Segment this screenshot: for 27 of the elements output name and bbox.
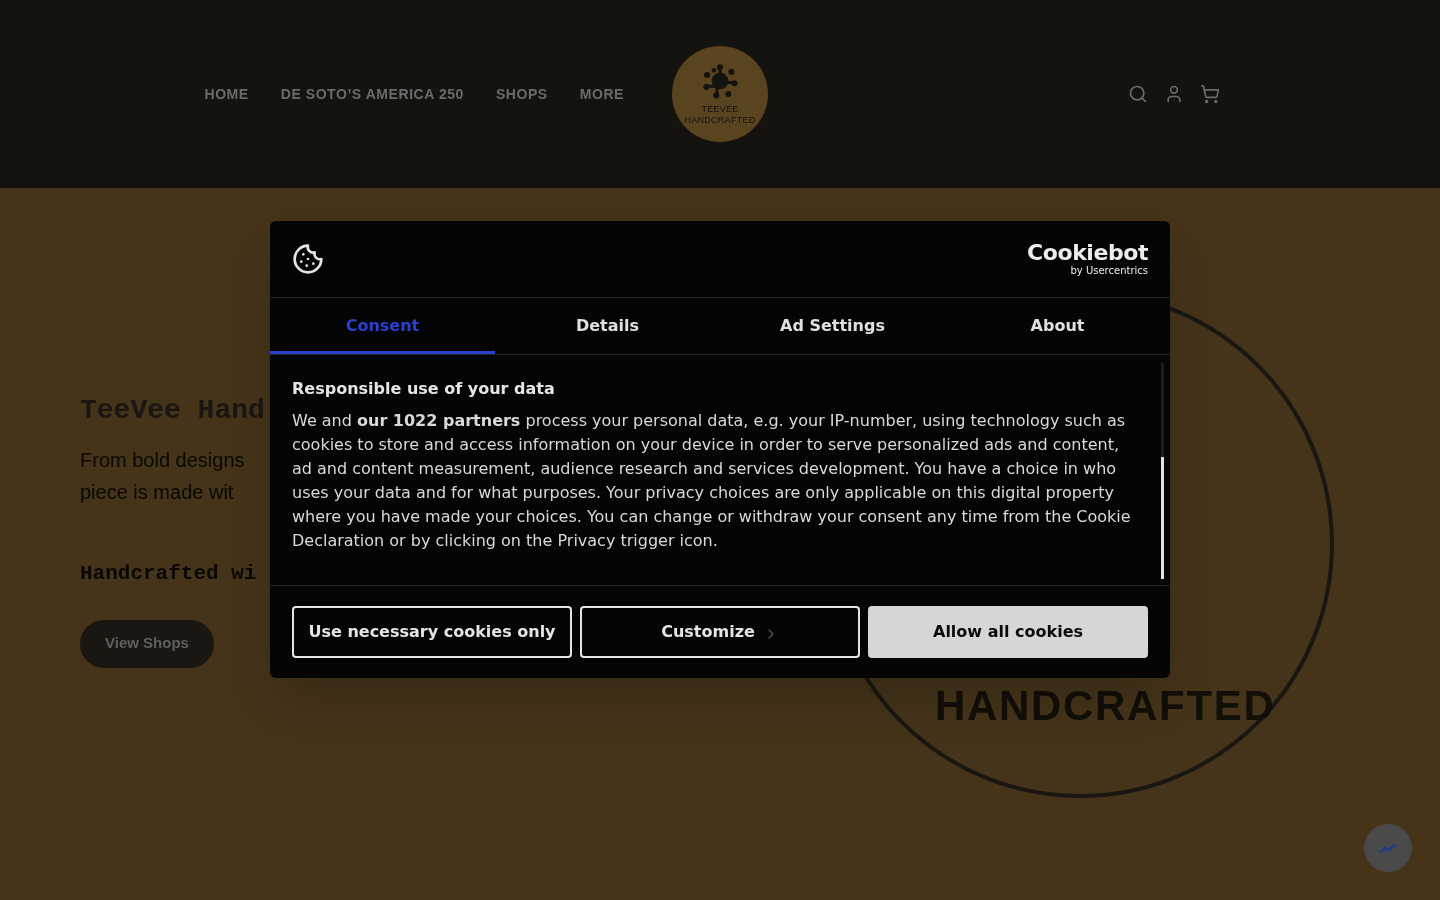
account-icon[interactable]: [1164, 84, 1184, 104]
nav-link[interactable]: HOME: [204, 83, 249, 105]
logo-text: TEEVEE: [701, 104, 739, 115]
hero-tagline: Handcrafted wi: [80, 561, 257, 587]
dialog-body-text: We and our 1022 partners process your personal data, e.g. your IP-number, using technology such as cookies to store and access information on your device in order to serve personalized ads and content, ad and content measurement, audience research and services development. You have a choice in who uses your data and for what purposes. Your privacy choices are only applicable on this digital property where you have made your choices. You can change or withdraw your consent any time from the Cookie Declaration or by clicking on the Privacy trigger icon.: [292, 410, 1132, 552]
dialog-tab[interactable]: Details: [495, 298, 720, 354]
brand-byline: by Usercentrics: [1070, 265, 1148, 277]
dialog-heading: Responsible use of your data: [292, 378, 556, 400]
splat-icon: [701, 62, 739, 100]
nav-link[interactable]: MORE: [579, 83, 624, 105]
brand-name: Cookiebot: [1027, 241, 1148, 265]
hero-subtitle: piece is made wit: [80, 480, 235, 505]
nav-link[interactable]: SHOPS: [495, 83, 548, 105]
nav-link[interactable]: DE SOTO’S AMERICA 250: [280, 83, 464, 105]
dialog-tab[interactable]: About: [945, 298, 1170, 354]
necessary-cookies-button[interactable]: Use necessary cookies only: [292, 606, 572, 658]
dialog-tab[interactable]: Consent: [270, 298, 495, 354]
allow-all-button[interactable]: Allow all cookies: [868, 606, 1148, 658]
cart-icon[interactable]: [1200, 84, 1220, 104]
dialog-tab[interactable]: Ad Settings: [720, 298, 945, 354]
search-icon[interactable]: [1128, 84, 1148, 104]
logo-text: HANDCRAFTED: [684, 115, 756, 126]
hero-subtitle: From bold designs: [80, 448, 245, 473]
customize-button[interactable]: Customize: [580, 606, 860, 658]
site-logo[interactable]: TEEVEE HANDCRAFTED: [672, 46, 768, 142]
view-shops-button[interactable]: View Shops: [80, 619, 214, 668]
cookie-icon: [292, 243, 324, 275]
